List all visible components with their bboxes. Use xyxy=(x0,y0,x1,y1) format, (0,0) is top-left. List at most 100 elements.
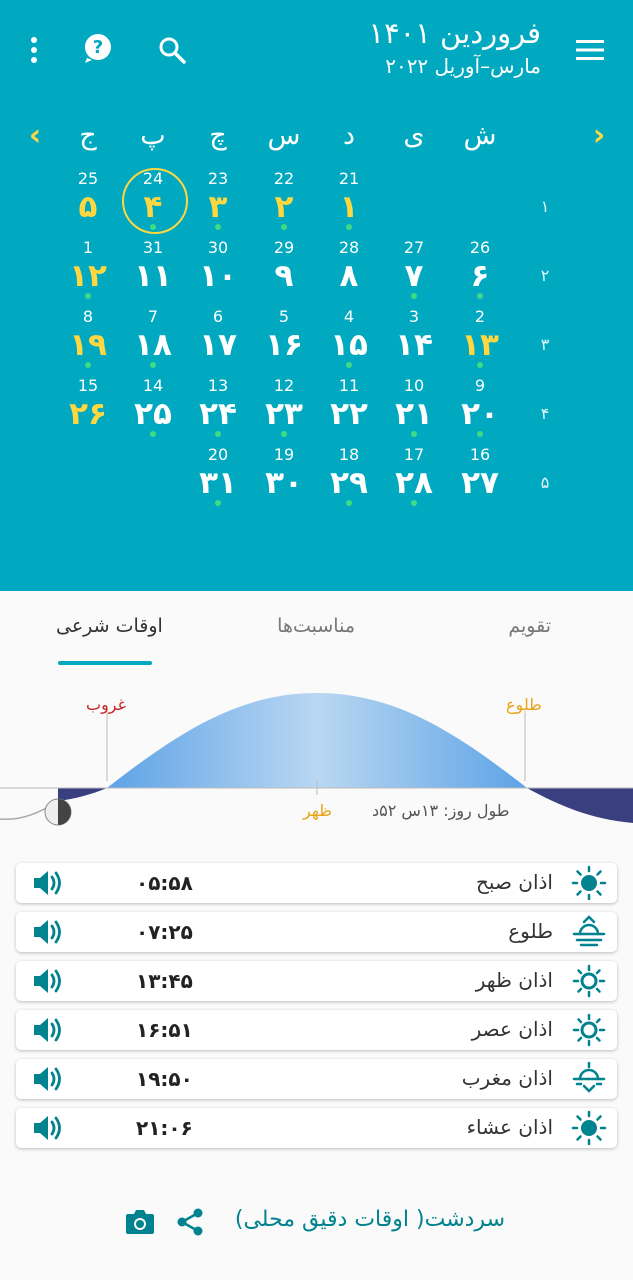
gregorian-day: 21 xyxy=(338,169,360,188)
day-cell[interactable]: 1 ۱۲ xyxy=(57,237,119,299)
day-cell[interactable]: 29 ۹ xyxy=(253,237,315,299)
gregorian-day: 9 xyxy=(474,376,486,395)
weekday-label: ج xyxy=(79,120,97,151)
day-cell[interactable]: 25 ۵ xyxy=(57,168,119,230)
prayer-time-row[interactable]: اذان عشاء ۲۱:۰۶ xyxy=(16,1108,617,1148)
persian-day: ۲۹ xyxy=(318,464,380,506)
event-dot xyxy=(215,500,221,506)
prayer-time-row[interactable]: اذان مغرب ۱۹:۵۰ xyxy=(16,1059,617,1099)
weekday-label: س xyxy=(267,120,301,151)
day-cell[interactable]: 26 ۶ xyxy=(449,237,511,299)
event-dot xyxy=(477,293,483,299)
day-cell[interactable]: 15 ۲۶ xyxy=(57,375,119,437)
day-cell[interactable]: 13 ۲۴ xyxy=(187,375,249,437)
more-vert-icon[interactable] xyxy=(20,30,48,70)
speaker-icon[interactable] xyxy=(30,1013,66,1047)
prayer-time-row[interactable]: طلوع ۰۷:۲۵ xyxy=(16,912,617,952)
tab-events[interactable]: مناسبت‌ها xyxy=(277,615,355,637)
persian-day: ۷ xyxy=(383,257,445,299)
persian-day: ۱۶ xyxy=(265,327,303,363)
event-dot xyxy=(346,500,352,506)
day-cell[interactable]: 11 ۲۲ xyxy=(318,375,380,437)
day-cell[interactable]: 10 ۲۱ xyxy=(383,375,445,437)
chevron-left-icon[interactable]: ‹ xyxy=(20,118,50,153)
day-cell[interactable]: 20 ۳۱ xyxy=(187,444,249,506)
share-icon[interactable] xyxy=(170,1202,210,1242)
help-icon[interactable]: ? xyxy=(78,28,118,68)
week-number: ۳ xyxy=(540,335,550,354)
week-number: ۱ xyxy=(540,197,550,216)
camera-icon[interactable] xyxy=(120,1202,160,1242)
day-cell[interactable]: 14 ۲۵ xyxy=(122,375,184,437)
gregorian-day: 14 xyxy=(142,376,164,395)
gregorian-day: 20 xyxy=(207,445,229,464)
speaker-icon[interactable] xyxy=(30,1111,66,1145)
day-cell[interactable]: 9 ۲۰ xyxy=(449,375,511,437)
prayer-time: ۱۹:۵۰ xyxy=(136,1067,193,1091)
gregorian-day: 25 xyxy=(77,169,99,188)
gregorian-day: 30 xyxy=(207,238,229,257)
day-cell[interactable]: 27 ۷ xyxy=(383,237,445,299)
persian-day: ۲۲ xyxy=(330,396,368,432)
day-cell[interactable]: 3 ۱۴ xyxy=(383,306,445,368)
prayer-time: ۰۷:۲۵ xyxy=(136,920,193,944)
prayer-name: اذان صبح xyxy=(476,870,553,894)
sun-outline-icon xyxy=(569,1012,609,1048)
day-cell[interactable]: 30 ۱۰ xyxy=(187,237,249,299)
day-cell[interactable]: 16 ۲۷ xyxy=(449,444,511,506)
day-cell[interactable]: 5 ۱۶ xyxy=(253,306,315,368)
day-cell[interactable]: 2 ۱۳ xyxy=(449,306,511,368)
tab-calendar[interactable]: تقویم xyxy=(508,615,551,637)
persian-day: ۲۴ xyxy=(187,395,249,437)
day-cell[interactable]: 31 ۱۱ xyxy=(122,237,184,299)
week-number: ۴ xyxy=(540,404,550,423)
day-cell[interactable]: 23 ۳ xyxy=(187,168,249,230)
day-cell[interactable]: 18 ۲۹ xyxy=(318,444,380,506)
search-icon[interactable] xyxy=(152,30,192,70)
speaker-icon[interactable] xyxy=(30,964,66,998)
prayer-time: ۱۳:۴۵ xyxy=(136,969,193,993)
event-dot xyxy=(281,224,287,230)
speaker-icon[interactable] xyxy=(30,1062,66,1096)
event-dot xyxy=(215,431,221,437)
persian-day: ۲ xyxy=(253,188,315,230)
gregorian-day: 13 xyxy=(207,376,229,395)
week-number: ۲ xyxy=(540,266,550,285)
event-dot xyxy=(85,293,91,299)
event-dot xyxy=(477,362,483,368)
location-label[interactable]: سردشت( اوقات دقیق محلی) xyxy=(235,1207,505,1232)
chevron-right-icon[interactable]: › xyxy=(584,118,614,153)
day-cell[interactable]: 22 ۲ xyxy=(253,168,315,230)
day-cell[interactable]: 19 ۳۰ xyxy=(253,444,315,506)
persian-day: ۹ xyxy=(274,258,294,294)
menu-icon[interactable] xyxy=(568,30,612,70)
day-cell[interactable]: 12 ۲۳ xyxy=(253,375,315,437)
event-dot xyxy=(411,431,417,437)
day-cell[interactable]: 28 ۸ xyxy=(318,237,380,299)
day-cell-today[interactable]: 24 ۴ xyxy=(122,168,188,234)
day-cell[interactable]: 4 ۱۵ xyxy=(318,306,380,368)
day-cell[interactable]: 7 ۱۸ xyxy=(122,306,184,368)
prayer-name: طلوع xyxy=(508,919,553,943)
persian-day: ۱۴ xyxy=(395,327,433,363)
tab-prayer-times[interactable]: اوقات شرعی xyxy=(56,615,163,637)
sun-icon xyxy=(569,1110,609,1146)
prayer-name: اذان ظهر xyxy=(475,968,553,992)
event-dot xyxy=(215,224,221,230)
event-dot xyxy=(85,362,91,368)
speaker-icon[interactable] xyxy=(30,866,66,900)
day-cell[interactable]: 6 ۱۷ xyxy=(187,306,249,368)
prayer-time-row[interactable]: اذان ظهر ۱۳:۴۵ xyxy=(16,961,617,1001)
event-dot xyxy=(411,293,417,299)
prayer-time-row[interactable]: اذان عصر ۱۶:۵۱ xyxy=(16,1010,617,1050)
sunset-icon xyxy=(569,1061,609,1097)
day-area xyxy=(107,693,527,788)
day-cell[interactable]: 8 ۱۹ xyxy=(57,306,119,368)
day-cell[interactable]: 21 ۱ xyxy=(318,168,380,230)
persian-day: ۵ xyxy=(78,189,98,225)
speaker-icon[interactable] xyxy=(30,915,66,949)
event-dot xyxy=(150,224,156,230)
prayer-time-row[interactable]: اذان صبح ۰۵:۵۸ xyxy=(16,863,617,903)
day-cell[interactable]: 17 ۲۸ xyxy=(383,444,445,506)
persian-day: ۱۵ xyxy=(318,326,380,368)
